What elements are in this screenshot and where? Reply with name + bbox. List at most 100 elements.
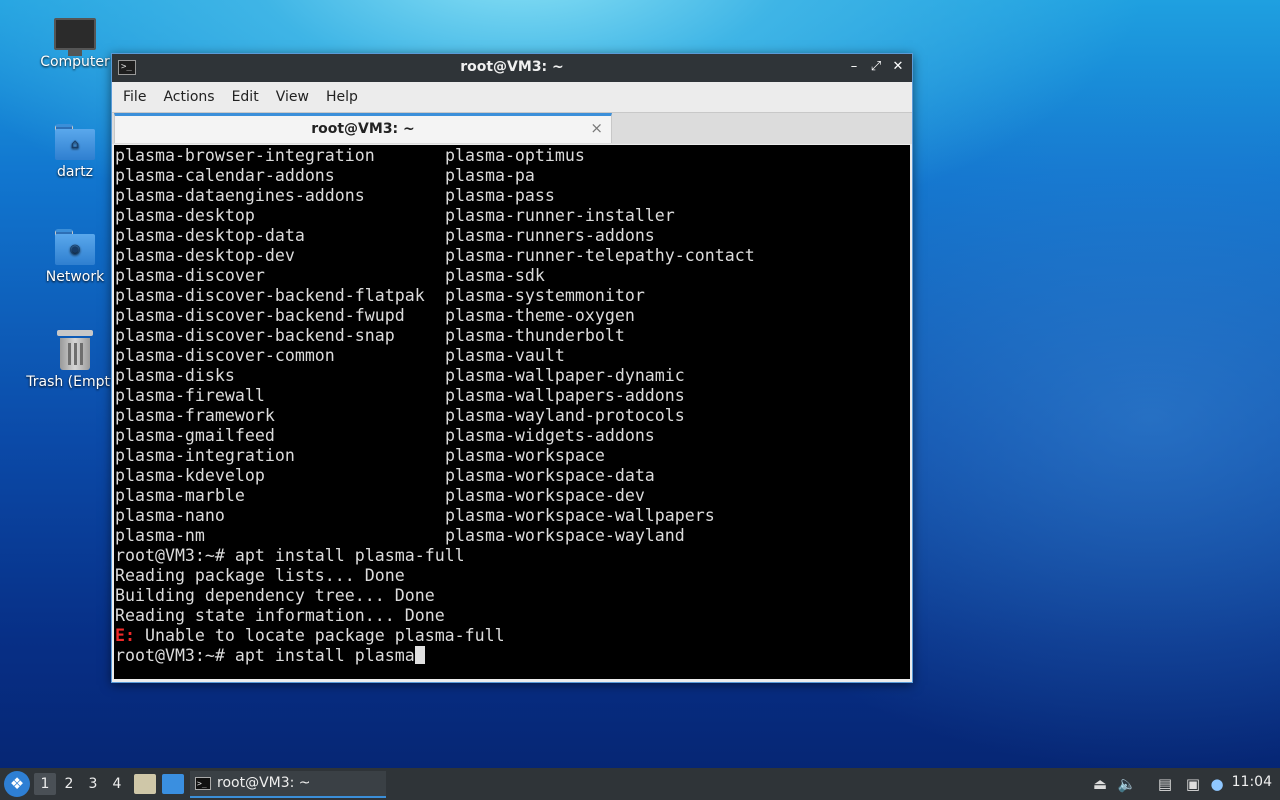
package-name: plasma-wallpapers-addons bbox=[445, 386, 685, 405]
package-name: plasma-desktop-dev bbox=[115, 246, 295, 265]
package-name: plasma-integration bbox=[115, 446, 295, 465]
terminal-line: plasma-discover-common plasma-vault bbox=[115, 346, 909, 366]
package-name: plasma-workspace-dev bbox=[445, 486, 645, 505]
terminal-line: plasma-nm plasma-workspace-wayland bbox=[115, 526, 909, 546]
terminal-line: plasma-browser-integration plasma-optimus bbox=[115, 146, 909, 166]
terminal-line: Reading package lists... Done bbox=[115, 566, 405, 585]
package-name: plasma-desktop-data bbox=[115, 226, 305, 245]
minimize-button[interactable]: – bbox=[846, 58, 862, 76]
terminal-prompt-line[interactable]: root@VM3:~# apt install plasma bbox=[115, 646, 909, 666]
package-name: plasma-pass bbox=[445, 186, 555, 205]
menu-file[interactable]: File bbox=[116, 89, 153, 105]
terminal-line: plasma-desktop-dev plasma-runner-telepath… bbox=[115, 246, 909, 266]
terminal-line: plasma-discover-backend-snap plasma-thund… bbox=[115, 326, 909, 346]
text-cursor bbox=[414, 646, 425, 664]
trash-icon bbox=[57, 330, 93, 370]
terminal-line: Reading state information... Done bbox=[115, 606, 445, 625]
package-name: plasma-gmailfeed bbox=[115, 426, 275, 445]
package-name: plasma-desktop bbox=[115, 206, 255, 225]
terminal-line: plasma-kdevelop plasma-workspace-data bbox=[115, 466, 909, 486]
menu-help[interactable]: Help bbox=[319, 89, 365, 105]
terminal-error-line: E: Unable to locate package plasma-full bbox=[115, 626, 909, 646]
menu-actions[interactable]: Actions bbox=[156, 89, 221, 105]
workspace-3[interactable]: 3 bbox=[82, 773, 104, 795]
tab-close-icon[interactable]: × bbox=[590, 119, 603, 137]
package-name: plasma-theme-oxygen bbox=[445, 306, 635, 325]
package-name: plasma-workspace bbox=[445, 446, 605, 465]
taskbar-task-terminal[interactable]: >_ root@VM3: ~ bbox=[190, 771, 386, 798]
package-name: plasma-thunderbolt bbox=[445, 326, 625, 345]
network-folder-icon: ◉ bbox=[55, 229, 95, 265]
terminal-line: plasma-desktop-data plasma-runners-addons bbox=[115, 226, 909, 246]
maximize-button[interactable]: ⤢ bbox=[868, 58, 884, 76]
package-name: plasma-wayland-protocols bbox=[445, 406, 685, 425]
workspace-2[interactable]: 2 bbox=[58, 773, 80, 795]
clipboard-icon[interactable]: ▤ bbox=[1154, 773, 1176, 795]
clock[interactable]: 11:04 bbox=[1232, 774, 1272, 790]
terminal-line: plasma-marble plasma-workspace-dev bbox=[115, 486, 909, 506]
desktop-icon-computer[interactable]: Computer bbox=[25, 18, 125, 70]
package-name: plasma-discover-backend-snap bbox=[115, 326, 395, 345]
package-name: plasma-workspace-wallpapers bbox=[445, 506, 715, 525]
terminal-window: >_ root@VM3: ~ – ⤢ ✕ File Actions Edit V… bbox=[111, 53, 913, 683]
terminal-line: plasma-discover-backend-fwupd plasma-them… bbox=[115, 306, 909, 326]
eject-icon[interactable]: ⏏ bbox=[1090, 773, 1110, 795]
package-name: plasma-discover-backend-flatpak bbox=[115, 286, 425, 305]
start-menu-icon[interactable]: ❖ bbox=[4, 771, 30, 797]
show-desktop-icon[interactable] bbox=[162, 774, 184, 794]
home-folder-icon: ⌂ bbox=[55, 124, 95, 160]
notification-icon[interactable]: ● bbox=[1208, 773, 1226, 795]
error-prefix: E: bbox=[115, 626, 135, 645]
desktop-icon-network[interactable]: ◉ Network bbox=[25, 229, 125, 285]
desktop-icon-label: Trash (Empty) bbox=[26, 374, 124, 390]
file-manager-icon[interactable] bbox=[134, 774, 156, 794]
package-name: plasma-discover-backend-fwupd bbox=[115, 306, 405, 325]
terminal-line: plasma-framework plasma-wayland-protocols bbox=[115, 406, 909, 426]
menu-view[interactable]: View bbox=[269, 89, 316, 105]
desktop-icon-label: Computer bbox=[40, 54, 110, 70]
menu-edit[interactable]: Edit bbox=[225, 89, 266, 105]
package-name: plasma-sdk bbox=[445, 266, 545, 285]
terminal-line: plasma-disks plasma-wallpaper-dynamic bbox=[115, 366, 909, 386]
desktop-icon-label: dartz bbox=[56, 164, 94, 180]
package-name: plasma-browser-integration bbox=[115, 146, 375, 165]
package-name: plasma-discover-common bbox=[115, 346, 335, 365]
workspace-4[interactable]: 4 bbox=[106, 773, 128, 795]
close-button[interactable]: ✕ bbox=[890, 58, 906, 76]
menu-bar: File Actions Edit View Help bbox=[112, 82, 912, 112]
volume-icon[interactable]: 🔈 bbox=[1116, 773, 1138, 795]
terminal-output[interactable]: plasma-browser-integration plasma-optimus… bbox=[114, 145, 910, 679]
window-titlebar[interactable]: >_ root@VM3: ~ – ⤢ ✕ bbox=[112, 54, 912, 82]
tab-terminal[interactable]: root@VM3: ~ × bbox=[114, 113, 612, 143]
desktop-icon-home[interactable]: ⌂ dartz bbox=[25, 124, 125, 180]
terminal-line: plasma-firewall plasma-wallpapers-addons bbox=[115, 386, 909, 406]
package-name: plasma-discover bbox=[115, 266, 265, 285]
package-name: plasma-vault bbox=[445, 346, 565, 365]
taskbar: ❖ 1 2 3 4 >_ root@VM3: ~ ⏏ 🔈 ▤ ▣ ● 11:04 bbox=[0, 768, 1280, 800]
package-name: plasma-disks bbox=[115, 366, 235, 385]
tab-bar: root@VM3: ~ × bbox=[112, 112, 912, 144]
package-name: plasma-pa bbox=[445, 166, 535, 185]
tab-label: root@VM3: ~ bbox=[311, 121, 415, 137]
package-name: plasma-firewall bbox=[115, 386, 265, 405]
terminal-line: plasma-nano plasma-workspace-wallpapers bbox=[115, 506, 909, 526]
package-name: plasma-wallpaper-dynamic bbox=[445, 366, 685, 385]
computer-icon bbox=[54, 18, 96, 56]
package-name: plasma-nm bbox=[115, 526, 205, 545]
package-name: plasma-widgets-addons bbox=[445, 426, 655, 445]
package-name: plasma-runners-addons bbox=[445, 226, 655, 245]
package-name: plasma-nano bbox=[115, 506, 225, 525]
package-name: plasma-systemmonitor bbox=[445, 286, 645, 305]
package-name: plasma-calendar-addons bbox=[115, 166, 335, 185]
network-status-icon[interactable]: ▣ bbox=[1182, 773, 1204, 795]
workspace-1[interactable]: 1 bbox=[34, 773, 56, 795]
package-name: plasma-dataengines-addons bbox=[115, 186, 365, 205]
desktop-icon-trash[interactable]: Trash (Empty) bbox=[25, 330, 125, 390]
package-name: plasma-runner-telepathy-contact bbox=[445, 246, 755, 265]
package-name: plasma-optimus bbox=[445, 146, 585, 165]
terminal-line: plasma-dataengines-addons plasma-pass bbox=[115, 186, 909, 206]
package-name: plasma-marble bbox=[115, 486, 245, 505]
package-name: plasma-workspace-wayland bbox=[445, 526, 685, 545]
terminal-line: plasma-gmailfeed plasma-widgets-addons bbox=[115, 426, 909, 446]
terminal-line: plasma-integration plasma-workspace bbox=[115, 446, 909, 466]
